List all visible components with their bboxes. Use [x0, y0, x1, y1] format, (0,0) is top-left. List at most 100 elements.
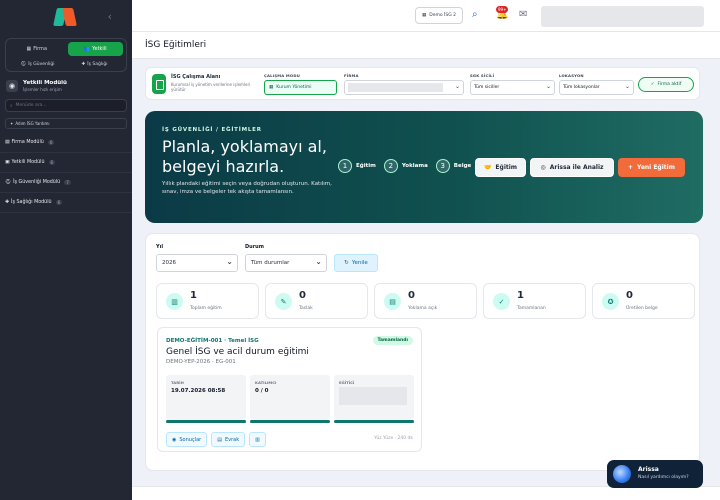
training-list-card: Yıl 2026 Durum Tüm durumlar ↻Yenile ▥1To…: [145, 233, 700, 471]
health-icon: ✚: [5, 200, 10, 205]
sidebar-item-is-guvenligi[interactable]: ⛑ İş Güvenliği Modülü 7: [0, 173, 132, 193]
step-label: Yoklama: [401, 163, 428, 169]
egitim-button[interactable]: 🤝 Eğitim: [475, 158, 526, 177]
module-title: Yetkili Modülü: [23, 80, 67, 86]
edit-icon: ✎: [275, 293, 292, 310]
new-training-button[interactable]: + Yeni Eğitim: [618, 158, 685, 177]
tab-is-guvenligi[interactable]: ⛑ İş Güvenliği: [9, 59, 66, 70]
date-box: TARİH 19.07.2026 08:58: [166, 375, 246, 423]
documents-button[interactable]: ▤ Evrak: [211, 432, 246, 447]
progress-bar: [250, 420, 330, 423]
pdf-button[interactable]: ▥: [249, 432, 266, 447]
stat-completed: ✓ 1 Tamamlanan: [483, 283, 586, 319]
workspace-description: Kurumsal iş yönetim verilerine işlemleri…: [171, 82, 251, 92]
stat-draft: ✎ 0 Taslak: [265, 283, 368, 319]
notification-badge: 99+: [496, 6, 509, 13]
check-circle-icon: ✓: [493, 293, 510, 310]
step-number: 1: [338, 159, 352, 173]
location-select[interactable]: Tüm lokasyonlar: [559, 80, 634, 95]
file-icon: ▤: [217, 436, 222, 443]
sidebar-item-firma[interactable]: ▤ Firma Modülü 6: [0, 133, 132, 153]
location-label: LOKASYON: [559, 73, 584, 78]
firm-value-placeholder: [348, 83, 443, 92]
count-badge: 6: [48, 160, 56, 165]
status-label: Durum: [245, 244, 264, 250]
tab-yetkili[interactable]: 👥 Yetkili: [67, 42, 123, 56]
assistant-orb-icon: [613, 465, 631, 483]
mode-select[interactable]: ▦ Kurum Yönetimi: [264, 80, 337, 95]
hero-description: Yıllık plandaki eğitimi seçin veya doğru…: [162, 181, 332, 195]
year-select[interactable]: 2026: [156, 254, 238, 272]
footer: [132, 486, 720, 500]
module-subtitle: İşlemler hızlı erişim: [23, 87, 62, 92]
training-meta: Yüz Yüze · 240 dk: [374, 436, 413, 441]
progress-bar: [334, 420, 414, 423]
hero-title: Planla, yoklamayı al, belgeyi hazırla.: [162, 137, 327, 176]
building-icon: ▦: [269, 85, 274, 90]
menu-search-input[interactable]: ⌕ Menüde ara...: [5, 99, 127, 112]
assistant-title: Arissa: [638, 466, 659, 473]
company-switcher[interactable]: ▦ Demo İSG 2: [415, 7, 463, 24]
search-icon[interactable]: ⌕: [472, 9, 478, 20]
count-badge: 6: [47, 140, 55, 145]
adim-isg-button[interactable]: ✦ Adım İSG Yardımı: [5, 118, 127, 129]
workspace-filter-card: İSG Çalışma Alanı Kurumsal iş yönetim ve…: [145, 67, 700, 100]
workflow-steps: 1 Eğitim 2 Yoklama 3 Belge: [338, 159, 475, 173]
count-badge: 7: [64, 180, 71, 185]
firm-active-button[interactable]: ✓ Firma aktif: [638, 77, 694, 92]
training-subtitle: DEMO-YEP-2026 · EG-001: [166, 359, 236, 365]
refresh-button[interactable]: ↻ Yenile: [334, 254, 378, 272]
health-icon: ✚: [81, 62, 86, 67]
trainer-box: EĞİTİCİ: [334, 375, 414, 423]
sidebar: ‹ ▦ Firma 👥 Yetkili ⛑ İş Güvenliği ✚ İş Sağl…: [0, 0, 132, 500]
progress-bar: [166, 420, 246, 423]
year-label: Yıl: [156, 244, 164, 250]
sgk-label: SGK SİCİLİ: [470, 73, 495, 78]
status-select[interactable]: Tüm durumlar: [245, 254, 327, 272]
sparkle-icon: ◎: [540, 164, 546, 171]
stat-attendance-open: ▤ 0 Yoklama açık: [374, 283, 477, 319]
step-number: 3: [435, 159, 450, 173]
users-icon: 👥: [83, 46, 91, 52]
page-header: İSG Eğitimleri: [132, 32, 720, 59]
training-card[interactable]: DEMO-EĞİTİM-001 · Temel İSG Tamamlandı G…: [157, 327, 422, 452]
logo[interactable]: ‹: [0, 0, 132, 34]
sidebar-item-yetkili[interactable]: ▣ Yetkili Modülü 6: [0, 153, 132, 173]
results-button[interactable]: ◉ Sonuçlar: [166, 432, 208, 447]
building-icon: ▤: [5, 140, 10, 145]
workspace-icon: [152, 74, 166, 94]
module-icon: ◉: [6, 80, 18, 92]
firm-select[interactable]: [344, 80, 464, 95]
stat-certificates: ✪ 0 Üretilen belge: [592, 283, 695, 319]
sidebar-item-is-sagligi[interactable]: ✚ İş Sağlığı Modülü 6: [0, 193, 132, 213]
search-icon: ⌕: [10, 103, 13, 109]
hero-banner: İŞ GÜVENLİĞİ / EĞİTİMLER Planla, yoklama…: [145, 111, 703, 223]
count-badge: 6: [55, 200, 63, 205]
module-header: ◉ Yetkili Modülü İşlemler hızlı erişim: [0, 72, 132, 96]
company-icon: ▦: [421, 13, 427, 18]
step-number: 2: [383, 159, 398, 173]
mode-toggle: ▦ Firma 👥 Yetkili ⛑ İş Güvenliği ✚ İş Sağlığ…: [5, 38, 127, 72]
award-icon: ✪: [602, 293, 619, 310]
clipboard-icon: ▤: [384, 293, 401, 310]
training-code: DEMO-EĞİTİM-001 · Temel İSG: [166, 338, 259, 344]
assistant-widget[interactable]: Arissa Nasıl yardımcı olayım?: [607, 460, 703, 488]
collapse-sidebar-icon[interactable]: ‹: [108, 10, 112, 23]
stat-total: ▥ 1 Toplam eğitim: [156, 283, 259, 319]
book-icon: ▥: [166, 293, 183, 310]
page-title: İSG Eğitimleri: [145, 40, 207, 50]
help-icon: ✦: [10, 121, 14, 126]
step-label: Belge: [453, 163, 472, 169]
sgk-select[interactable]: Tüm siciller: [470, 80, 555, 95]
assistant-subtitle: Nasıl yardımcı olayım?: [638, 475, 689, 480]
hero-eyebrow: İŞ GÜVENLİĞİ / EĞİTİMLER: [162, 127, 262, 133]
analyze-button[interactable]: ◎ Arissa ile Analiz: [530, 158, 614, 177]
mode-label: ÇALIŞMA MODU: [264, 73, 300, 78]
training-title: Genel İSG ve acil durum eğitimi: [166, 347, 309, 357]
inbox-icon[interactable]: ✉: [519, 9, 527, 20]
handshake-icon: 🤝: [483, 164, 492, 171]
tab-is-sagligi[interactable]: ✚ İş Sağlığı: [66, 59, 123, 70]
user-menu[interactable]: [541, 6, 704, 27]
firm-label: FİRMA: [344, 73, 359, 78]
tab-firma[interactable]: ▦ Firma: [9, 42, 65, 56]
